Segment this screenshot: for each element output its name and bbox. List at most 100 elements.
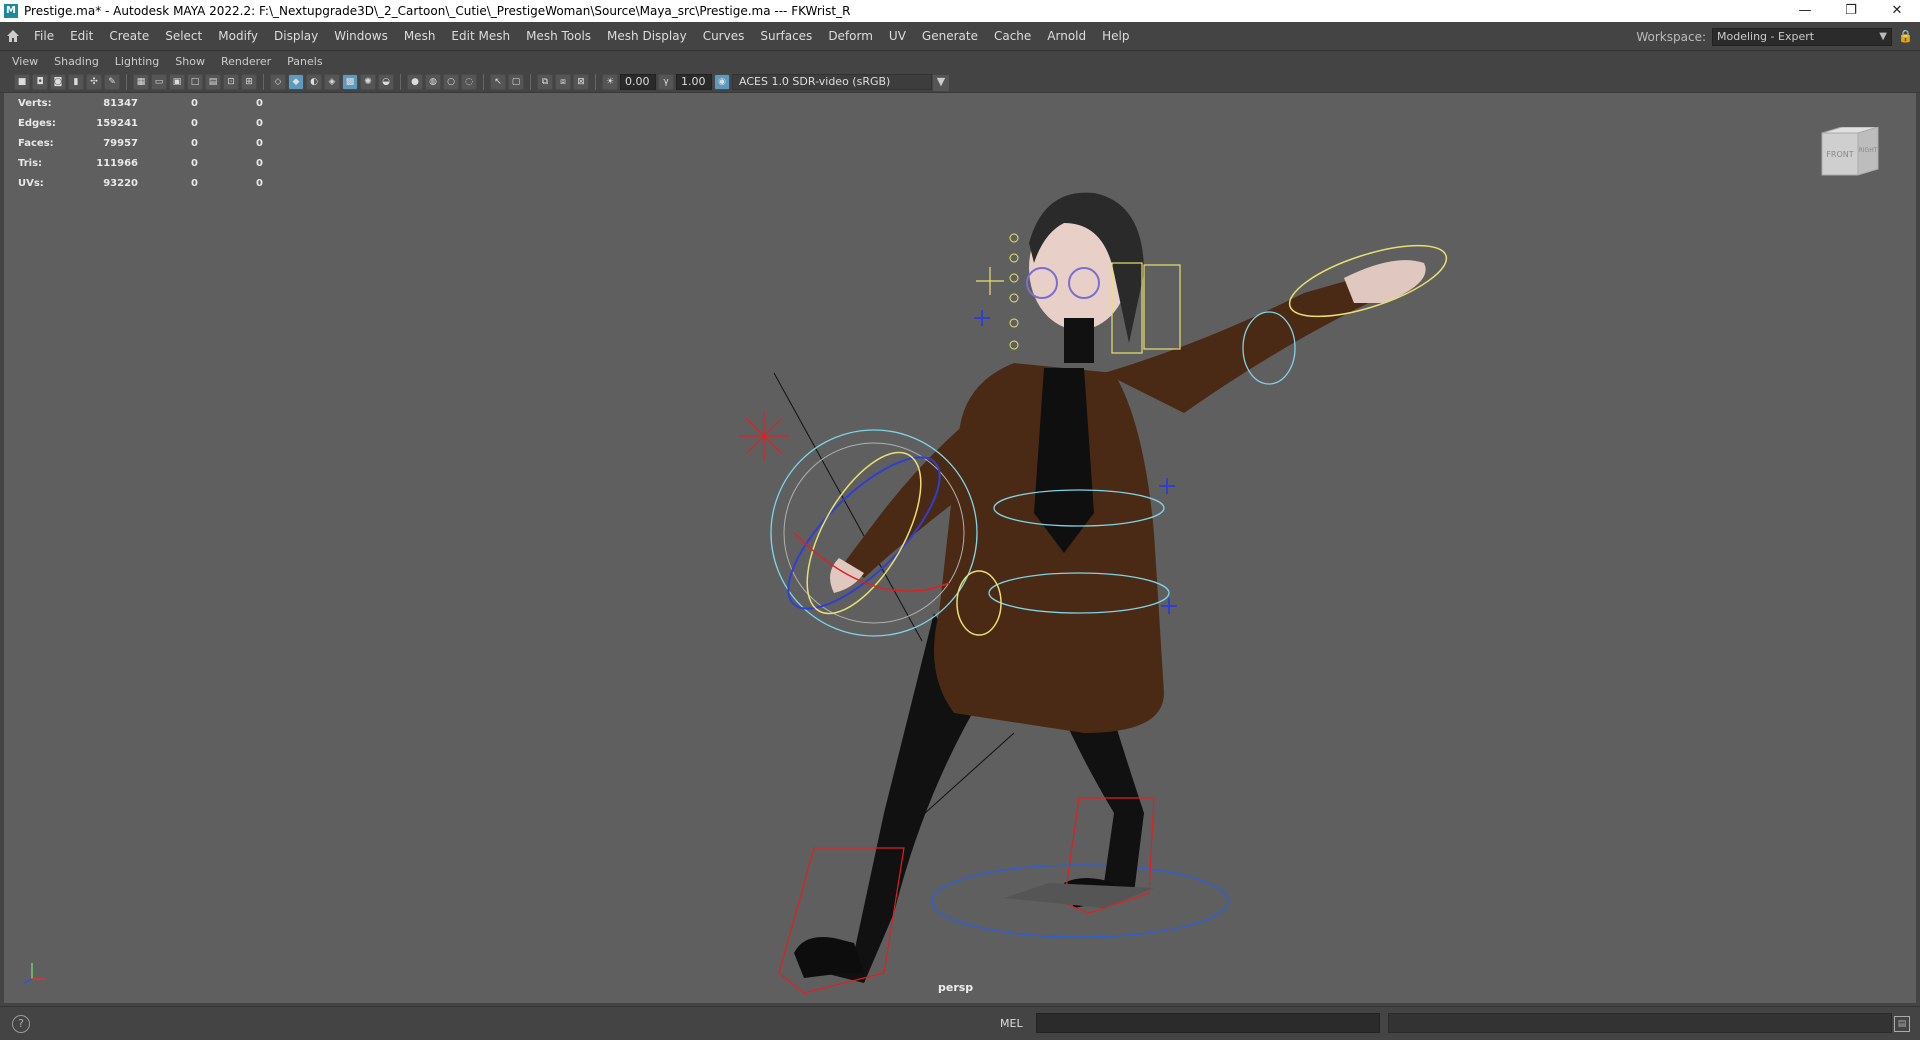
panel-toolbar: ■ ◘ ◙ ▮ ✣ ✎ ▦ ▭ ▣ □ ▤ ⊡ ⊞ ◇ ◆ ◐ ◈ ▩ ✺ ◒ …	[0, 71, 1920, 93]
command-line-bar: ? MEL ▤	[0, 1006, 1920, 1040]
view-transform-value: ACES 1.0 SDR-video (sRGB)	[739, 74, 891, 88]
facial-control	[1009, 340, 1019, 350]
toolbar-divider	[400, 73, 401, 90]
color-management-icon[interactable]: ◉	[714, 73, 730, 90]
left-shoe	[794, 937, 864, 978]
view-cube[interactable]: FRONT RIGHT	[1820, 126, 1882, 177]
workspace-selector: Workspace: Modeling - Expert ▼ 🔒	[1636, 22, 1913, 51]
window-title: Prestige.ma* - Autodesk MAYA 2022.2: F:\…	[24, 4, 851, 18]
chevron-down-icon: ▼	[1879, 30, 1887, 42]
film-gate-icon[interactable]: ▭	[151, 73, 167, 90]
menu-windows[interactable]: Windows	[326, 22, 396, 51]
field-chart-icon[interactable]: ▤	[205, 73, 221, 90]
menu-select[interactable]: Select	[157, 22, 210, 51]
menu-edit-mesh[interactable]: Edit Mesh	[443, 22, 518, 51]
view-transform-dropdown[interactable]: ACES 1.0 SDR-video (sRGB) ▼	[732, 73, 949, 91]
facial-control	[1009, 273, 1019, 283]
main-menu-bar: File Edit Create Select Modify Display W…	[0, 22, 1920, 51]
maya-app-icon: M	[4, 4, 18, 18]
toolbar-divider	[483, 73, 484, 90]
facial-control	[1009, 318, 1019, 328]
menu-arnold[interactable]: Arnold	[1039, 22, 1094, 51]
camera-attributes-icon[interactable]: ◘	[32, 73, 48, 90]
toolbar-divider	[263, 73, 264, 90]
menu-help[interactable]: Help	[1094, 22, 1137, 51]
script-editor-icon[interactable]: ▤	[1894, 1016, 1910, 1032]
lock-icon[interactable]: 🔒	[1898, 29, 1913, 45]
menu-uv[interactable]: UV	[881, 22, 914, 51]
panel-menu-view[interactable]: View	[4, 55, 46, 68]
menu-generate[interactable]: Generate	[914, 22, 986, 51]
character-rig-scene[interactable]	[4, 93, 1916, 1003]
xray-active-icon[interactable]: ⧈	[555, 73, 571, 90]
backface-culling-icon[interactable]: ⊠	[573, 73, 589, 90]
perspective-viewport[interactable]: Verts: 81347 0 0 Edges: 159241 0 0 Faces…	[4, 93, 1916, 1003]
panel-menu-lighting[interactable]: Lighting	[107, 55, 167, 68]
panel-menu-shading[interactable]: Shading	[46, 55, 107, 68]
neck	[1064, 318, 1094, 363]
menu-surfaces[interactable]: Surfaces	[752, 22, 820, 51]
exposure-icon[interactable]: ☀	[602, 73, 618, 90]
exposure-field[interactable]: 0.00	[620, 73, 656, 90]
lights-icon[interactable]: ✺	[360, 73, 376, 90]
select-camera-icon[interactable]: ■	[14, 73, 30, 90]
ambient-occlusion-icon[interactable]: ●	[407, 73, 423, 90]
xray-icon[interactable]: ▢	[508, 73, 524, 90]
maximize-button[interactable]: ❐	[1828, 0, 1874, 22]
menu-cache[interactable]: Cache	[986, 22, 1039, 51]
motion-blur-icon[interactable]: ◍	[425, 73, 441, 90]
image-plane-icon[interactable]: ✣	[86, 73, 102, 90]
right-hand	[1344, 260, 1426, 303]
camera-name-label: persp	[938, 981, 974, 994]
wireframe-icon[interactable]: ◇	[270, 73, 286, 90]
panel-menu-show[interactable]: Show	[167, 55, 213, 68]
default-material-icon[interactable]: ◐	[306, 73, 322, 90]
workspace-dropdown[interactable]: Modeling - Expert ▼	[1712, 27, 1892, 46]
chevron-down-icon: ▼	[933, 74, 949, 91]
anti-aliasing-icon[interactable]: ○	[443, 73, 459, 90]
grid-icon[interactable]: ▦	[133, 73, 149, 90]
wireframe-on-shaded-icon[interactable]: ◈	[324, 73, 340, 90]
bookmarks-icon[interactable]: ◙	[50, 73, 66, 90]
panel-menu-renderer[interactable]: Renderer	[213, 55, 279, 68]
menu-mesh-display[interactable]: Mesh Display	[599, 22, 695, 51]
window-controls: — ❐ ✕	[1782, 0, 1920, 22]
shadows-icon[interactable]: ◒	[378, 73, 394, 90]
menu-file[interactable]: File	[26, 22, 62, 51]
eye-aim-locator	[976, 267, 1004, 295]
smooth-shade-icon[interactable]: ◆	[288, 73, 304, 90]
help-icon[interactable]: ?	[12, 1014, 30, 1033]
isolate-select-icon[interactable]: ↖	[490, 73, 506, 90]
xray-joints-icon[interactable]: ⧉	[537, 73, 553, 90]
menu-modify[interactable]: Modify	[210, 22, 266, 51]
right-arm	[1104, 273, 1379, 413]
safe-action-icon[interactable]: ⊡	[223, 73, 239, 90]
menu-mesh-tools[interactable]: Mesh Tools	[518, 22, 599, 51]
home-icon[interactable]	[0, 22, 26, 51]
close-button[interactable]: ✕	[1874, 0, 1920, 22]
minimize-button[interactable]: —	[1782, 0, 1828, 22]
workspace-label: Workspace:	[1636, 29, 1706, 44]
menu-curves[interactable]: Curves	[695, 22, 753, 51]
gamma-icon[interactable]: γ	[658, 73, 674, 90]
menu-create[interactable]: Create	[101, 22, 157, 51]
axis-gizmo-icon	[18, 951, 54, 987]
view-cube-right-label: RIGHT	[1859, 147, 1878, 154]
depth-of-field-icon[interactable]: ◌	[461, 73, 477, 90]
gate-mask-icon[interactable]: □	[187, 73, 203, 90]
menu-display[interactable]: Display	[266, 22, 326, 51]
toolbar-divider	[530, 73, 531, 90]
command-input[interactable]	[1036, 1013, 1380, 1033]
menu-edit[interactable]: Edit	[62, 22, 101, 51]
resolution-gate-icon[interactable]: ▣	[169, 73, 185, 90]
gamma-field[interactable]: 1.00	[676, 73, 712, 90]
menu-deform[interactable]: Deform	[820, 22, 881, 51]
bookmark-icon[interactable]: ▮	[68, 73, 84, 90]
textured-icon[interactable]: ▩	[342, 73, 358, 90]
facial-control	[1009, 233, 1019, 243]
pencil-icon[interactable]: ✎	[104, 73, 120, 90]
safe-title-icon[interactable]: ⊞	[241, 73, 257, 90]
menu-mesh[interactable]: Mesh	[396, 22, 444, 51]
panel-menu-panels[interactable]: Panels	[279, 55, 330, 68]
mel-toggle[interactable]: MEL	[1000, 1017, 1023, 1030]
